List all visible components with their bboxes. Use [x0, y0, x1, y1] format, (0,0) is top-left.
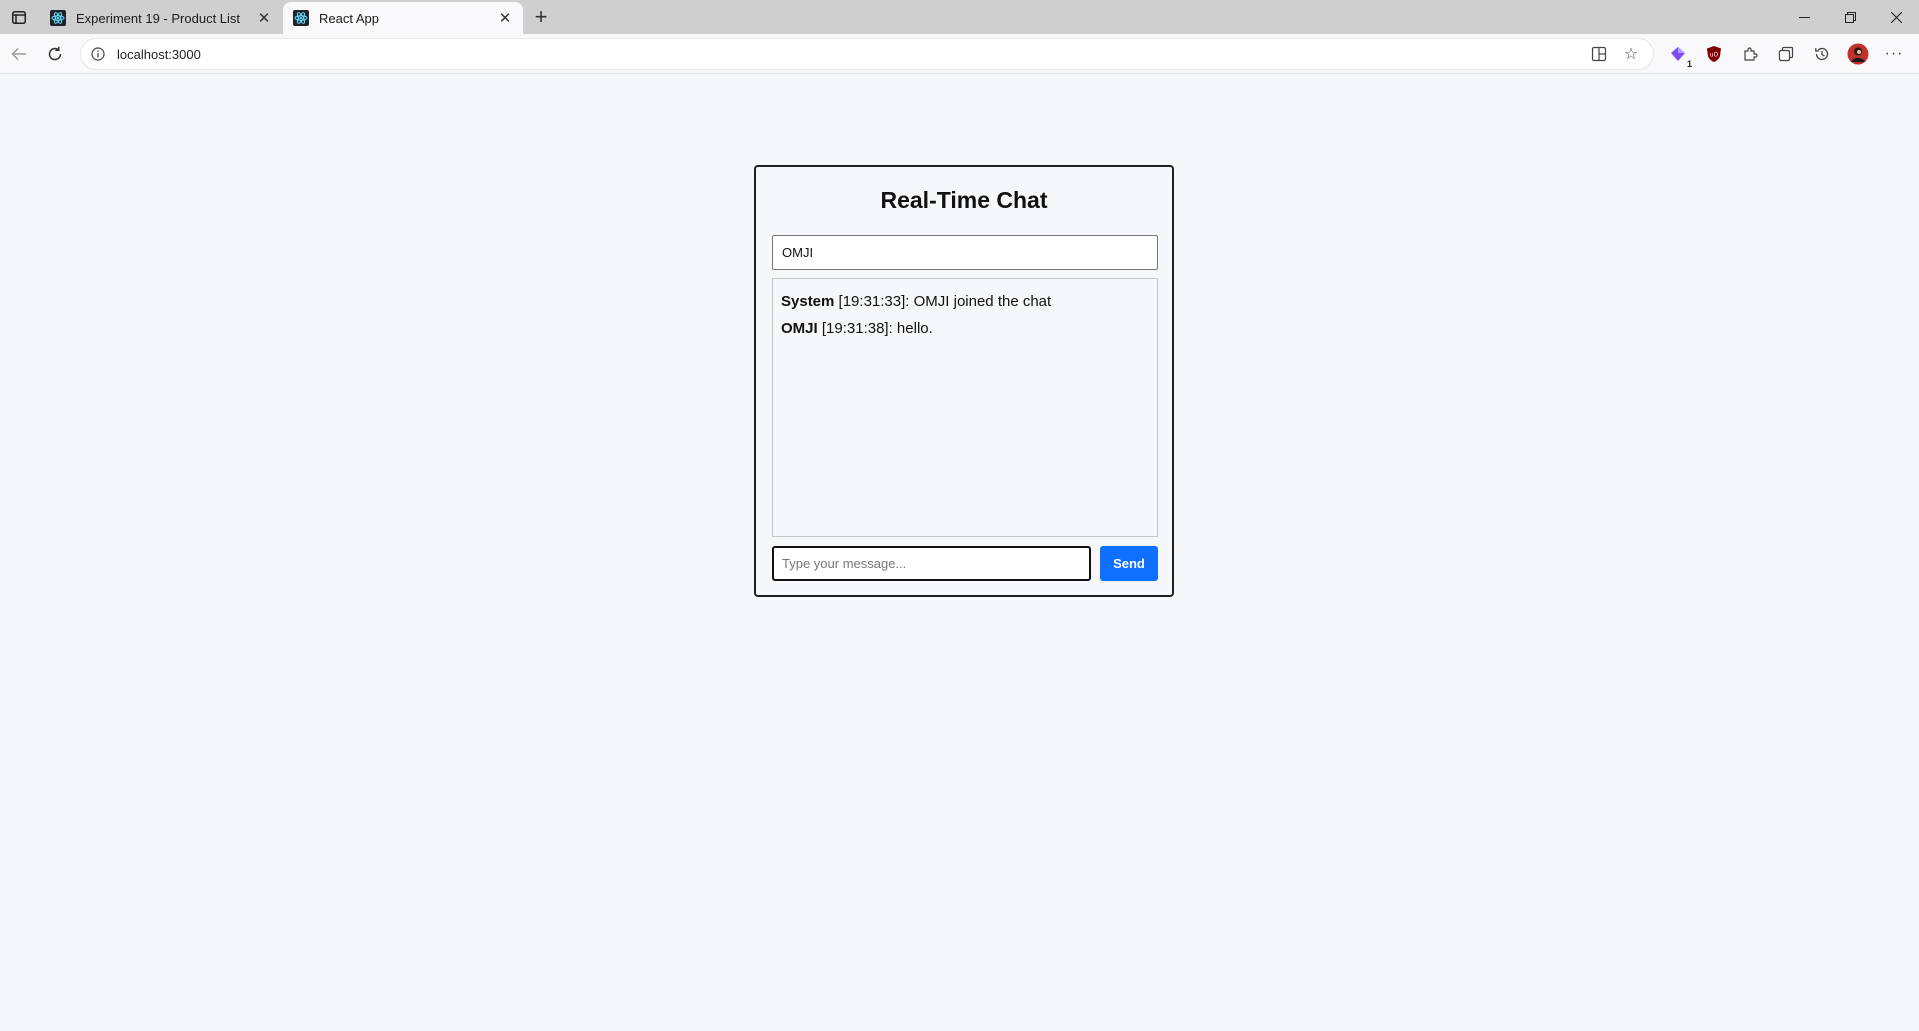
- window-controls: [1781, 0, 1919, 34]
- message-item: OMJI [19:31:38]: hello.: [781, 315, 1149, 342]
- back-arrow-icon[interactable]: [7, 42, 31, 66]
- message-time: [19:31:38]: [821, 320, 889, 337]
- message-sender: System: [781, 293, 835, 310]
- react-icon: [293, 10, 309, 26]
- message-input[interactable]: [772, 546, 1091, 581]
- refresh-icon[interactable]: [43, 42, 67, 66]
- svg-text:uO: uO: [1710, 52, 1719, 59]
- tab-title: React App: [319, 10, 379, 26]
- more-options-icon[interactable]: ···: [1882, 42, 1906, 66]
- profile-avatar[interactable]: [1846, 42, 1870, 66]
- react-icon: [50, 10, 66, 26]
- restore-icon[interactable]: [1827, 0, 1873, 34]
- split-screen-icon[interactable]: [1589, 44, 1609, 64]
- browser-toolbar: localhost:3000 ☆ 1 uO ···: [0, 34, 1919, 74]
- ublock-shield-icon[interactable]: uO: [1702, 42, 1726, 66]
- chat-title: Real-Time Chat: [880, 187, 1048, 213]
- message-text: : OMJI joined the chat: [905, 293, 1052, 310]
- messages-panel: System [19:31:33]: OMJI joined the chat …: [772, 278, 1158, 537]
- page-viewport: Real-Time Chat System [19:31:33]: OMJI j…: [3, 75, 1917, 1028]
- history-icon[interactable]: [1810, 42, 1834, 66]
- tab-strip: Experiment 19 - Product List ✕ React App…: [0, 0, 1919, 34]
- tab-title: Experiment 19 - Product List: [76, 10, 241, 26]
- close-window-icon[interactable]: [1873, 0, 1919, 34]
- url-text[interactable]: localhost:3000: [117, 47, 1589, 62]
- address-bar[interactable]: localhost:3000 ☆: [80, 38, 1654, 70]
- close-icon[interactable]: ✕: [256, 10, 272, 27]
- new-tab-plus-icon[interactable]: +: [528, 4, 554, 30]
- tab-actions-icon[interactable]: [8, 7, 30, 27]
- tab-react-app[interactable]: React App ✕: [283, 2, 523, 34]
- chat-container: Real-Time Chat System [19:31:33]: OMJI j…: [754, 165, 1174, 597]
- favorite-star-icon[interactable]: ☆: [1621, 44, 1641, 64]
- collections-icon[interactable]: [1774, 42, 1798, 66]
- gem-extension-icon[interactable]: 1: [1666, 42, 1692, 69]
- close-icon[interactable]: ✕: [497, 10, 513, 27]
- minimize-icon[interactable]: [1781, 0, 1827, 34]
- username-input[interactable]: [772, 235, 1158, 270]
- extensions-puzzle-icon[interactable]: [1738, 42, 1762, 66]
- info-icon[interactable]: [89, 45, 107, 63]
- tab-experiment-19[interactable]: Experiment 19 - Product List ✕: [40, 2, 282, 34]
- message-item: System [19:31:33]: OMJI joined the chat: [781, 288, 1149, 315]
- message-text: : hello.: [888, 320, 933, 337]
- extensions-area: 1 uO ···: [1666, 42, 1906, 69]
- extension-badge: 1: [1686, 59, 1692, 69]
- message-time: [19:31:33]: [838, 293, 906, 310]
- send-button[interactable]: Send: [1100, 546, 1158, 581]
- message-sender: OMJI: [781, 320, 818, 337]
